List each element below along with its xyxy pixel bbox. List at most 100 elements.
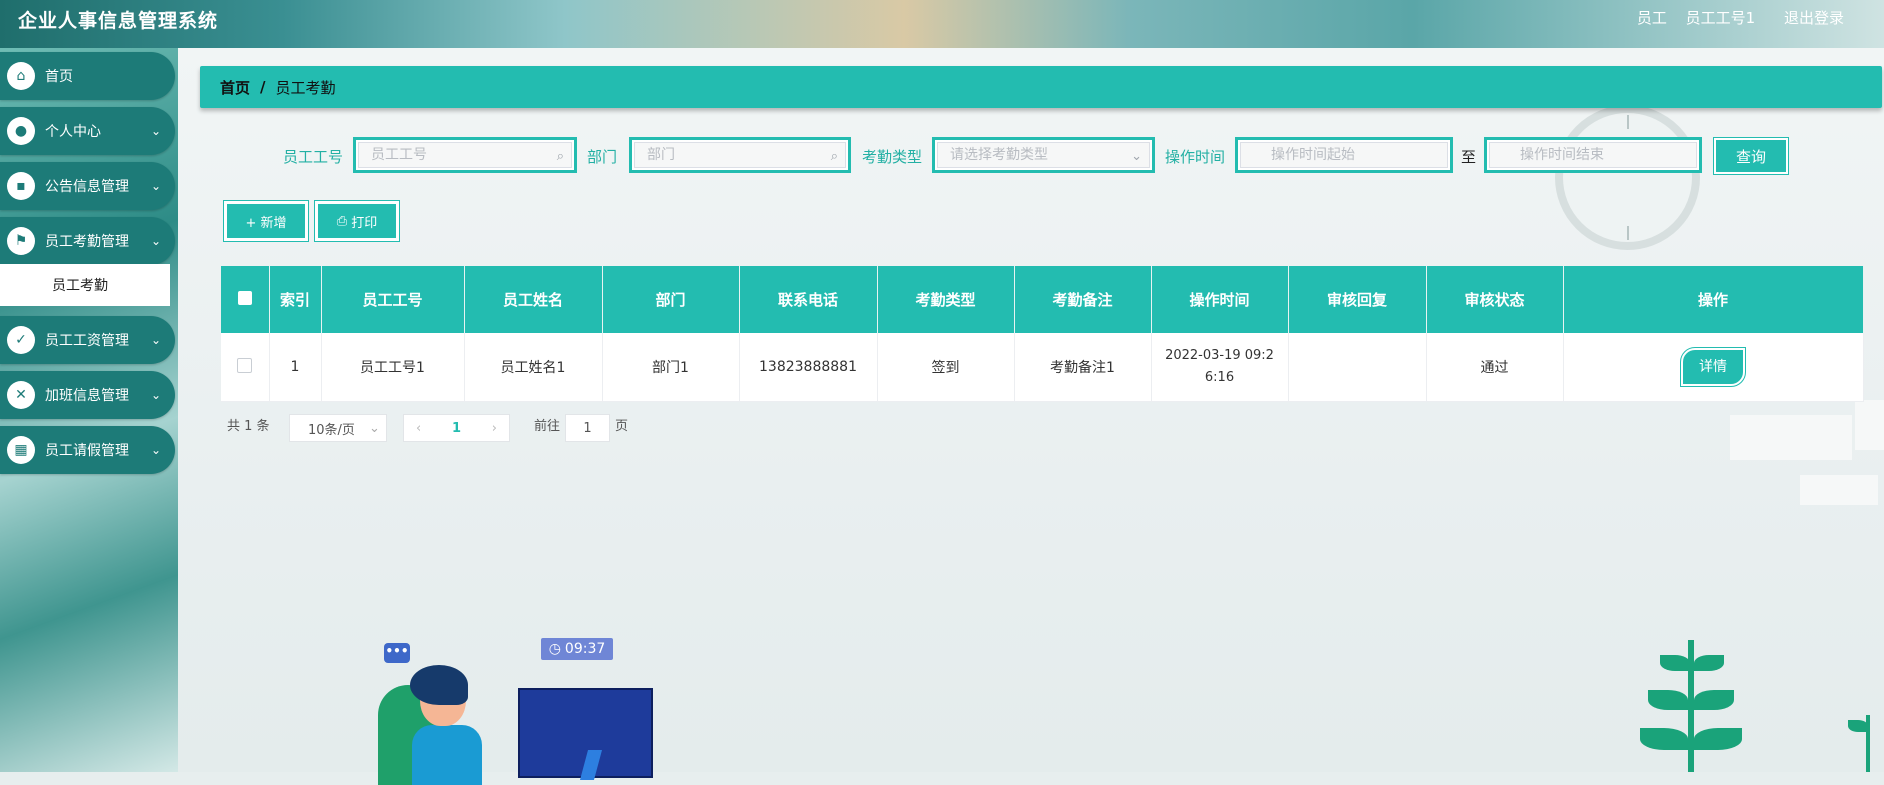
goto-suffix: 页 — [615, 419, 629, 434]
search-icon: ⌕ — [830, 149, 838, 164]
illustration-person-hair — [410, 665, 468, 705]
plant-leaf — [1694, 690, 1734, 710]
sidebar-item-overtime-management[interactable]: ✕ 加班信息管理 ⌄ — [0, 371, 175, 419]
sidebar-item-attendance-management[interactable]: ⚑ 员工考勤管理 ⌄ — [0, 217, 175, 265]
user-role: 员工 — [1636, 9, 1667, 27]
sidebar-item-label: 首页 — [45, 69, 73, 85]
cell-emp-no: 员工工号1 — [321, 333, 465, 402]
select-all-header — [221, 266, 270, 333]
select-all-checkbox[interactable] — [237, 290, 252, 305]
sidebar-item-notice-management[interactable]: ▪ 公告信息管理 ⌄ — [0, 162, 175, 210]
sidebar-item-label: 个人中心 — [45, 124, 101, 140]
column-header: 审核回复 — [1288, 266, 1427, 333]
column-header: 部门 — [602, 266, 740, 333]
sidebar-item-home[interactable]: ⌂ 首页 — [0, 52, 175, 100]
chevron-down-icon: ⌄ — [1131, 149, 1142, 164]
table-row: 1 员工工号1 员工姓名1 部门1 13823888881 签到 考勤备注1 2… — [221, 333, 1864, 402]
query-button[interactable]: 查询 — [1713, 137, 1789, 175]
cell-reply — [1288, 333, 1427, 402]
cell-time: 2022-03-19 09:26:16 — [1151, 333, 1289, 402]
sidebar-item-label: 员工考勤管理 — [45, 234, 129, 250]
breadcrumb-separator: / — [260, 78, 266, 96]
type-select-field: ⌄ — [932, 137, 1155, 173]
column-header: 员工工号 — [321, 266, 465, 333]
breadcrumb-home[interactable]: 首页 — [220, 77, 250, 98]
plant-leaf — [1660, 655, 1690, 671]
sidebar-item-label: 公告信息管理 — [45, 179, 129, 195]
breadcrumb: 首页 / 员工考勤 — [200, 66, 1882, 108]
total-count: 共 1 条 — [227, 419, 270, 434]
prev-page-icon[interactable]: ‹ — [416, 421, 421, 436]
message-icon: ▪ — [7, 172, 35, 200]
column-header: 员工姓名 — [464, 266, 603, 333]
page-size-value: 10条/页 — [308, 422, 355, 438]
row-select-cell — [221, 333, 270, 402]
type-label: 考勤类型 — [862, 148, 923, 166]
cell-action: 详情 — [1563, 333, 1864, 402]
dept-input[interactable] — [634, 142, 846, 168]
sidebar-item-label: 加班信息管理 — [45, 388, 129, 404]
cell-status: 通过 — [1426, 333, 1564, 402]
pager: ‹ 1 › — [403, 414, 510, 442]
time-end-field — [1484, 137, 1702, 173]
sidebar-subitem-attendance[interactable]: 员工考勤 — [0, 264, 170, 306]
detail-button[interactable]: 详情 — [1680, 347, 1746, 387]
dept-field: ⌕ — [629, 137, 851, 173]
flag-icon: ⚑ — [7, 227, 35, 255]
chevron-down-icon: ⌄ — [150, 124, 161, 138]
clock-icon: ◷ — [548, 641, 561, 657]
logout-link[interactable]: 退出登录 — [1784, 9, 1844, 27]
chat-bubble-icon: ••• — [384, 643, 410, 663]
time-range-separator: 至 — [1461, 148, 1477, 166]
column-header: 考勤类型 — [877, 266, 1015, 333]
user-area: 员工 员工工号1 退出登录 — [1623, 7, 1844, 28]
emp-no-label: 员工工号 — [283, 148, 344, 166]
app-title: 企业人事信息管理系统 — [18, 11, 219, 32]
cell-time-text: 2022-03-19 09:26:16 — [1165, 348, 1274, 385]
type-select[interactable] — [937, 142, 1150, 168]
print-label: 打印 — [351, 215, 378, 231]
sidebar-item-salary-management[interactable]: ✓ 员工工资管理 ⌄ — [0, 316, 175, 364]
cell-type: 签到 — [877, 333, 1015, 402]
goto-prefix: 前往 — [534, 419, 561, 434]
time-label: 操作时间 — [1165, 148, 1226, 166]
user-icon: ● — [7, 117, 35, 145]
row-checkbox[interactable] — [237, 357, 253, 373]
illustration-monitor — [518, 688, 653, 778]
sidebar-item-personal-center[interactable]: ● 个人中心 ⌄ — [0, 107, 175, 155]
time-badge: ◷ 09:37 — [541, 638, 613, 660]
plant-leaf — [1648, 690, 1688, 710]
plant-leaf — [1694, 728, 1742, 750]
column-header: 联系电话 — [739, 266, 878, 333]
time-end-input[interactable] — [1489, 142, 1697, 168]
page-size-select[interactable]: 10条/页 ⌄ — [289, 414, 387, 442]
decorative-block — [1855, 400, 1884, 450]
add-button[interactable]: + 新增 — [223, 200, 309, 242]
table-header-row: 索引 员工工号 员工姓名 部门 联系电话 考勤类型 考勤备注 操作时间 审核回复… — [221, 266, 1864, 333]
column-header: 索引 — [269, 266, 322, 333]
cell-note: 考勤备注1 — [1014, 333, 1152, 402]
time-start-field — [1235, 137, 1453, 173]
chevron-up-icon: ⌄ — [150, 234, 161, 248]
search-icon: ⌕ — [556, 149, 564, 164]
cell-index: 1 — [269, 333, 322, 402]
column-header: 审核状态 — [1426, 266, 1564, 333]
goto-page-input[interactable]: 1 — [565, 414, 610, 442]
clock-decoration — [1555, 105, 1700, 250]
plant-leaf — [1640, 728, 1688, 750]
header-background — [0, 0, 1884, 48]
cell-emp-name: 员工姓名1 — [464, 333, 603, 402]
chevron-down-icon: ⌄ — [150, 179, 161, 193]
illustration-person — [412, 725, 482, 785]
cell-dept: 部门1 — [602, 333, 740, 402]
print-button[interactable]: ⎙ 打印 — [314, 200, 400, 242]
next-page-icon[interactable]: › — [492, 421, 497, 436]
sidebar-item-leave-management[interactable]: ▦ 员工请假管理 ⌄ — [0, 426, 175, 474]
current-page[interactable]: 1 — [452, 421, 461, 436]
sidebar-item-label: 员工请假管理 — [45, 443, 129, 459]
emp-no-input[interactable] — [358, 142, 572, 168]
attendance-table: 索引 员工工号 员工姓名 部门 联系电话 考勤类型 考勤备注 操作时间 审核回复… — [221, 266, 1864, 402]
chevron-down-icon: ⌄ — [150, 443, 161, 457]
chevron-down-icon: ⌄ — [368, 420, 380, 436]
time-start-input[interactable] — [1240, 142, 1448, 168]
